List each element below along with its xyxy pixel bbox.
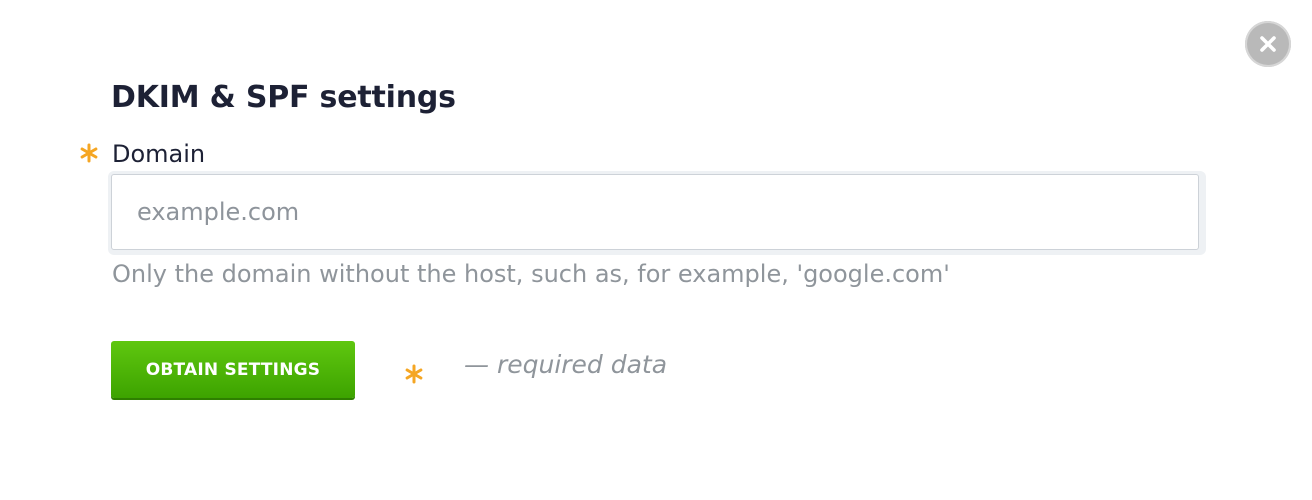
close-icon	[1260, 36, 1276, 52]
domain-input-wrapper	[108, 171, 1206, 255]
domain-input[interactable]	[111, 174, 1199, 250]
domain-hint: Only the domain without the host, such a…	[112, 260, 950, 288]
required-asterisk-icon	[79, 143, 99, 163]
dialog-title: DKIM & SPF settings	[111, 80, 456, 115]
required-note-asterisk-icon	[404, 364, 424, 384]
domain-label: Domain	[112, 140, 206, 168]
dkim-spf-dialog: DKIM & SPF settings Domain Only the doma…	[0, 0, 1312, 500]
close-button[interactable]	[1245, 21, 1291, 67]
obtain-settings-button[interactable]: OBTAIN SETTINGS	[111, 341, 355, 398]
required-data-note: — required data	[464, 350, 668, 379]
